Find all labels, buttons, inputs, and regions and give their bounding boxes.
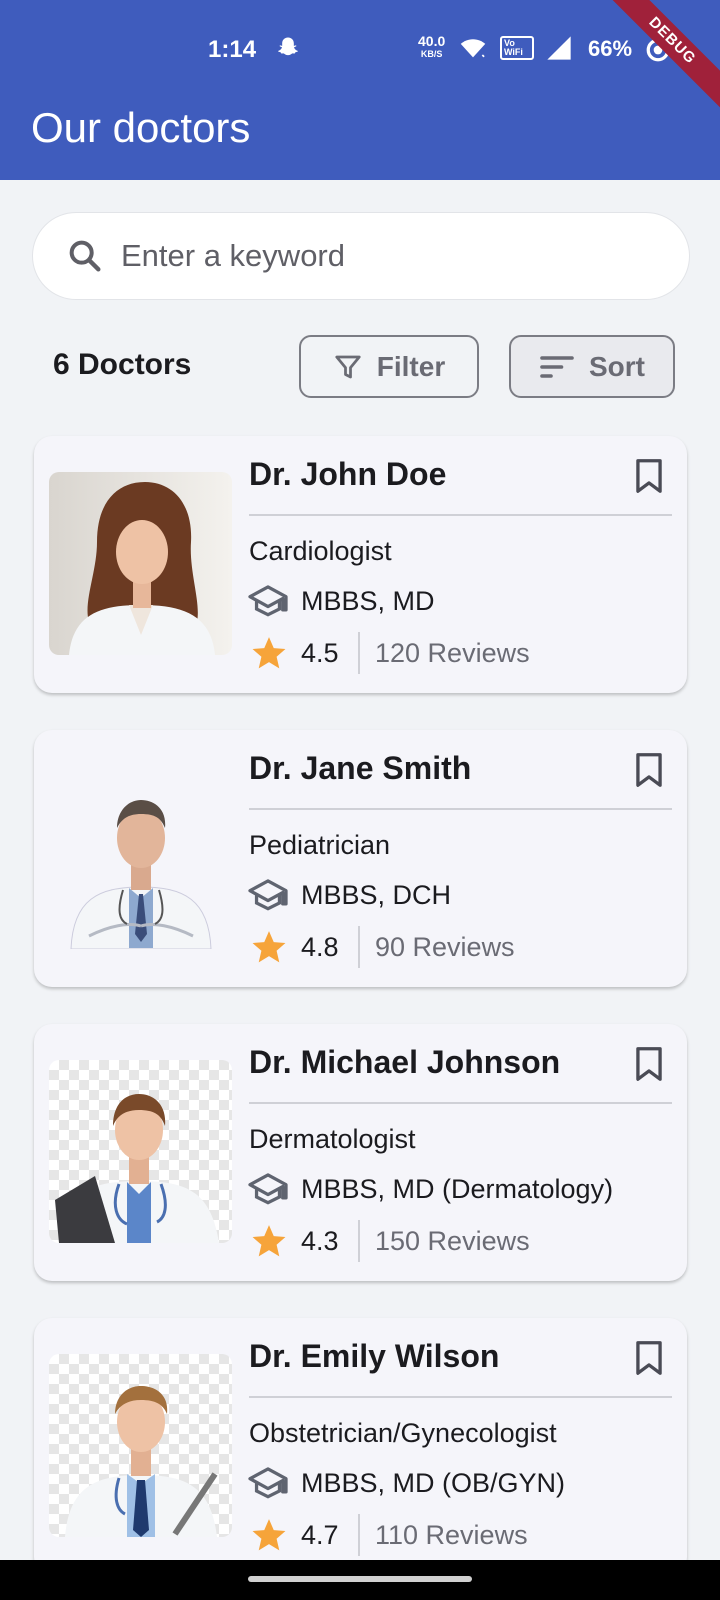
search-input[interactable]: [121, 238, 641, 274]
doctor-specialty: Pediatrician: [249, 830, 391, 860]
page-title: Our doctors: [31, 104, 251, 151]
divider: [249, 1396, 672, 1398]
star-icon: [252, 1225, 286, 1257]
doctor-name: Dr. John Doe: [249, 456, 447, 492]
bookmark-icon[interactable]: [635, 458, 663, 494]
doctor-photo: [49, 472, 232, 655]
graduation-cap-icon: [248, 879, 288, 911]
divider: [249, 514, 672, 516]
signal-icon: [547, 36, 571, 60]
divider: [358, 632, 360, 674]
doctor-reviews: 120 Reviews: [375, 638, 530, 668]
doctor-name: Dr. Michael Johnson: [249, 1044, 561, 1080]
bookmark-icon[interactable]: [635, 752, 663, 788]
wifi-icon: [460, 39, 486, 58]
divider: [358, 926, 360, 968]
divider: [249, 1102, 672, 1104]
doctor-card[interactable]: Dr. Michael Johnson Dermatologist MBBS, …: [34, 1024, 687, 1281]
doctor-rating: 4.8: [301, 932, 339, 962]
doctor-count: 6 Doctors: [53, 348, 192, 381]
sort-icon: [540, 355, 574, 378]
doctor-rating: 4.5: [301, 638, 339, 668]
filter-label: Filter: [376, 350, 446, 382]
filter-button[interactable]: Filter: [299, 335, 479, 398]
doctor-photo: [49, 766, 232, 949]
graduation-cap-icon: [248, 1173, 288, 1205]
doctor-specialty: Dermatologist: [249, 1124, 416, 1154]
star-icon: [252, 1519, 286, 1551]
status-time: 1:14: [208, 36, 257, 63]
app-bar: 1:14 40.0 KB/S Vo WiFi 66% DEBUG Our doc…: [0, 0, 720, 180]
search-bar[interactable]: [32, 212, 690, 300]
doctor-photo: [49, 1354, 232, 1537]
sort-button[interactable]: Sort: [509, 335, 675, 398]
vowifi-icon: Vo WiFi: [500, 36, 534, 60]
bookmark-icon[interactable]: [635, 1046, 663, 1082]
filter-icon: [335, 355, 361, 378]
doctor-reviews: 110 Reviews: [375, 1520, 528, 1550]
search-icon: [69, 240, 101, 272]
bookmark-icon[interactable]: [635, 1340, 663, 1376]
sort-label: Sort: [589, 350, 645, 382]
battery-level: 66%: [588, 36, 633, 61]
star-icon: [252, 931, 286, 963]
doctor-degree: MBBS, MD (OB/GYN): [301, 1468, 566, 1498]
doctor-card[interactable]: Dr. Jane Smith Pediatrician MBBS, DCH 4.…: [34, 730, 687, 987]
network-speed: 40.0 KB/S: [418, 33, 446, 60]
divider: [249, 808, 672, 810]
system-nav-bar: [0, 1560, 720, 1600]
doctor-reviews: 90 Reviews: [375, 932, 515, 962]
graduation-cap-icon: [248, 1467, 288, 1499]
divider: [358, 1220, 360, 1262]
doctor-name: Dr. Emily Wilson: [249, 1338, 500, 1374]
divider: [358, 1514, 360, 1556]
doctor-specialty: Cardiologist: [249, 536, 392, 566]
doctor-card[interactable]: Dr. John Doe Cardiologist MBBS, MD 4.5 1…: [34, 436, 687, 693]
doctor-degree: MBBS, MD: [301, 586, 435, 616]
doctor-rating: 4.3: [301, 1226, 339, 1256]
status-bar: 1:14 40.0 KB/S Vo WiFi 66%: [0, 30, 720, 70]
doctor-reviews: 150 Reviews: [375, 1226, 530, 1256]
graduation-cap-icon: [248, 585, 288, 617]
doctor-rating: 4.7: [301, 1520, 339, 1550]
doctor-photo: [49, 1060, 232, 1243]
doctor-degree: MBBS, MD (Dermatology): [301, 1174, 614, 1204]
doctor-specialty: Obstetrician/Gynecologist: [249, 1418, 557, 1448]
doctor-name: Dr. Jane Smith: [249, 750, 472, 786]
doctor-degree: MBBS, DCH: [301, 880, 452, 910]
star-icon: [252, 637, 286, 669]
home-gesture-handle[interactable]: [248, 1576, 472, 1582]
snapchat-icon: [278, 37, 298, 56]
doctor-card[interactable]: Dr. Emily Wilson Obstetrician/Gynecologi…: [34, 1318, 687, 1575]
